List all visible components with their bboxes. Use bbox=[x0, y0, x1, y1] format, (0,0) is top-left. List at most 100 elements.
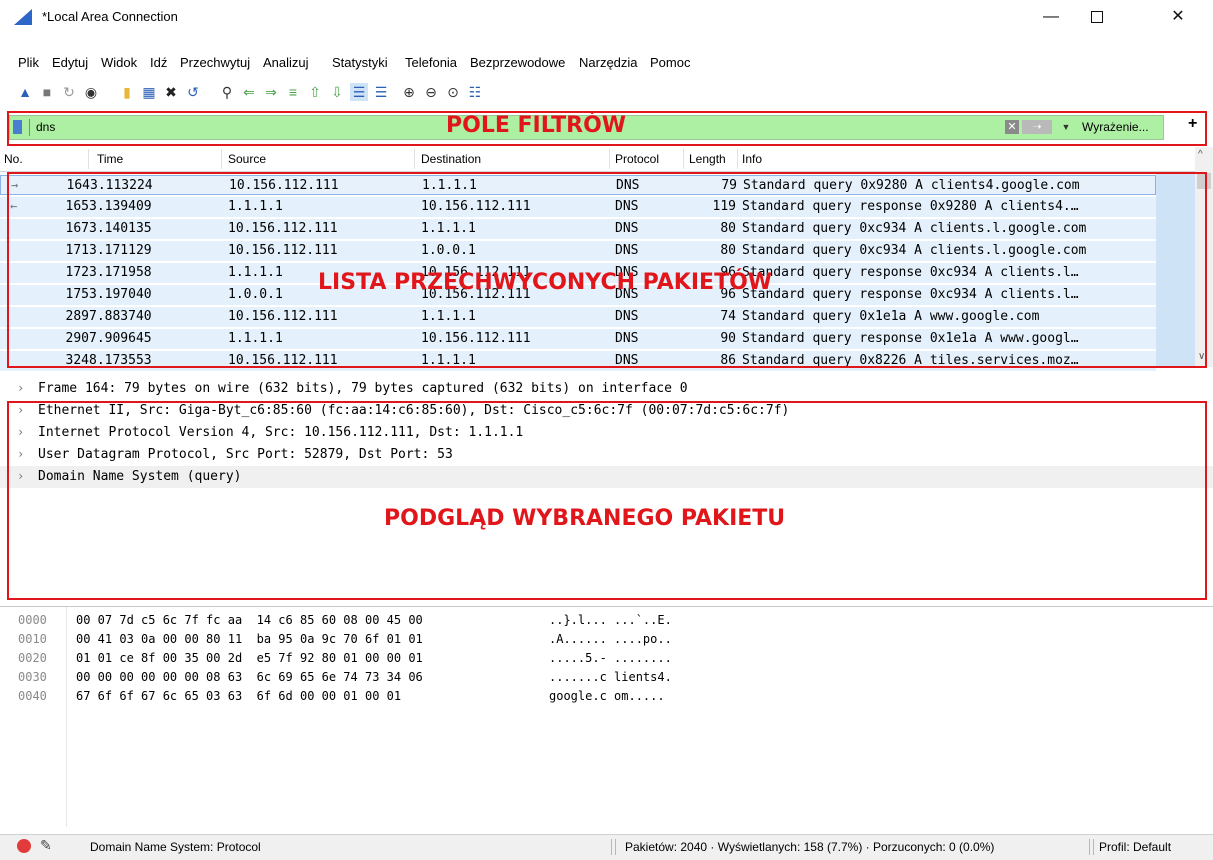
table-row[interactable]: 167 3.140135 10.156.112.111 1.1.1.1 DNS 80 Sta… bbox=[0, 219, 1156, 239]
go-to-packet-icon[interactable]: ≡ bbox=[284, 83, 302, 101]
menu-view[interactable]: Widok bbox=[101, 55, 137, 70]
bytes-offset[interactable]: 0040 bbox=[18, 689, 47, 703]
bytes-offset[interactable]: 0010 bbox=[18, 632, 47, 646]
bytes-hex[interactable]: 67 6f 6f 67 6c 65 03 63 6f 6d 00 00 01 0… bbox=[76, 689, 401, 703]
resize-columns-icon[interactable]: ☷ bbox=[466, 83, 484, 101]
zoom-out-icon[interactable]: ⊖ bbox=[422, 83, 440, 101]
packet-list-scrollbar[interactable]: ^ ∨ bbox=[1195, 147, 1213, 367]
go-back-icon[interactable]: ⇐ bbox=[240, 83, 258, 101]
detail-tree-item[interactable]: › Internet Protocol Version 4, Src: 10.15… bbox=[0, 422, 1213, 444]
menu-analyze[interactable]: Analizuj bbox=[263, 55, 309, 70]
status-profile[interactable]: Profil: Default bbox=[1099, 840, 1171, 854]
bytes-hex[interactable]: 01 01 ce 8f 00 35 00 2d e5 7f 92 80 01 0… bbox=[76, 651, 423, 665]
col-no[interactable]: No. bbox=[4, 152, 23, 166]
bytes-offset[interactable]: 0030 bbox=[18, 670, 47, 684]
selected-column-highlight bbox=[1156, 147, 1195, 367]
expand-arrow-icon[interactable]: › bbox=[17, 381, 24, 395]
detail-tree-item[interactable]: › User Datagram Protocol, Src Port: 52879… bbox=[0, 444, 1213, 466]
clear-filter-icon[interactable]: ✕ bbox=[1005, 120, 1019, 134]
col-source[interactable]: Source bbox=[228, 152, 266, 166]
cell-time: 3.171958 bbox=[89, 265, 152, 280]
autoscroll-icon[interactable]: ☰ bbox=[350, 83, 368, 101]
table-row[interactable]: 290 7.909645 1.1.1.1 10.156.112.111 DNS 90 Sta… bbox=[0, 329, 1156, 349]
menu-statistics[interactable]: Statystyki bbox=[332, 55, 388, 70]
bytes-hex[interactable]: 00 00 00 00 00 00 08 63 6c 69 65 6e 74 7… bbox=[76, 670, 423, 684]
expression-button[interactable]: Wyrażenie... bbox=[1082, 120, 1149, 134]
close-file-icon[interactable]: ✖ bbox=[162, 83, 180, 101]
table-row[interactable]: 324 8.173553 10.156.112.111 1.1.1.1 DNS 86 Sta… bbox=[0, 351, 1156, 371]
cell-no: 167 bbox=[65, 221, 89, 236]
display-filter-input[interactable]: dns bbox=[36, 120, 55, 134]
cell-source: 10.156.112.111 bbox=[228, 309, 338, 324]
zoom-reset-icon[interactable]: ⊙ bbox=[444, 83, 462, 101]
cell-no: 164 bbox=[66, 178, 90, 193]
col-protocol[interactable]: Protocol bbox=[615, 152, 659, 166]
expand-arrow-icon[interactable]: › bbox=[17, 469, 24, 483]
bytes-ascii[interactable]: google.c om..... bbox=[549, 689, 665, 703]
scroll-thumb[interactable] bbox=[1197, 173, 1211, 189]
menu-go[interactable]: Idź bbox=[150, 55, 167, 70]
expand-arrow-icon[interactable]: › bbox=[17, 425, 24, 439]
maximize-button[interactable] bbox=[1074, 0, 1120, 34]
apply-filter-icon[interactable]: ➝ bbox=[1022, 120, 1052, 134]
bytes-hex[interactable]: 00 07 7d c5 6c 7f fc aa 14 c6 85 60 08 0… bbox=[76, 613, 423, 627]
status-divider bbox=[1089, 839, 1094, 855]
menu-telephony[interactable]: Telefonia bbox=[405, 55, 457, 70]
filter-history-dropdown-icon[interactable]: ▼ bbox=[1058, 117, 1074, 137]
table-row[interactable]: ← 165 3.139409 1.1.1.1 10.156.112.111 DNS 119 S… bbox=[0, 197, 1156, 217]
scroll-down-icon[interactable]: ∨ bbox=[1198, 351, 1205, 362]
bytes-ascii[interactable]: .....5.- ........ bbox=[549, 651, 672, 665]
cell-length: 86 bbox=[720, 353, 736, 368]
bytes-ascii[interactable]: .A...... ....po.. bbox=[549, 632, 672, 646]
minimize-button[interactable]: — bbox=[1028, 0, 1074, 34]
expand-arrow-icon[interactable]: › bbox=[17, 447, 24, 461]
restart-capture-icon[interactable]: ↻ bbox=[60, 83, 78, 101]
capture-options-icon[interactable]: ◉ bbox=[82, 83, 100, 101]
last-packet-icon[interactable]: ⇩ bbox=[328, 83, 346, 101]
col-destination[interactable]: Destination bbox=[421, 152, 481, 166]
bytes-ascii[interactable]: .......c lients4. bbox=[549, 670, 672, 684]
response-arrow-icon: ← bbox=[10, 199, 18, 213]
table-row[interactable]: 289 7.883740 10.156.112.111 1.1.1.1 DNS 74 Sta… bbox=[0, 307, 1156, 327]
menu-wireless[interactable]: Bezprzewodowe bbox=[470, 55, 565, 70]
stop-capture-icon[interactable]: ■ bbox=[38, 83, 56, 101]
scroll-up-icon[interactable]: ^ bbox=[1198, 149, 1203, 160]
reload-file-icon[interactable]: ↺ bbox=[184, 83, 202, 101]
open-file-icon[interactable]: ▮ bbox=[118, 83, 136, 101]
colorize-icon[interactable]: ☰ bbox=[372, 83, 390, 101]
edit-comment-icon[interactable]: ✎ bbox=[40, 837, 52, 854]
col-info[interactable]: Info bbox=[742, 152, 762, 166]
menu-capture[interactable]: Przechwytuj bbox=[180, 55, 250, 70]
menu-tools[interactable]: Narzędzia bbox=[579, 55, 638, 70]
detail-tree-item[interactable]: › Ethernet II, Src: Giga-Byt_c6:85:60 (fc… bbox=[0, 400, 1213, 422]
detail-tree-item[interactable]: › Frame 164: 79 bytes on wire (632 bits),… bbox=[0, 378, 1213, 400]
cell-destination: 1.1.1.1 bbox=[421, 309, 476, 324]
menu-edit[interactable]: Edytuj bbox=[52, 55, 88, 70]
bytes-ascii[interactable]: ..}.l... ...`..E. bbox=[549, 613, 672, 627]
expand-arrow-icon[interactable]: › bbox=[17, 403, 24, 417]
cell-time: 3.171129 bbox=[89, 243, 152, 258]
capture-status-icon[interactable] bbox=[17, 839, 31, 853]
window-title: *Local Area Connection bbox=[42, 9, 178, 24]
col-time[interactable]: Time bbox=[97, 152, 123, 166]
table-row[interactable]: → 164 3.113224 10.156.112.111 1.1.1.1 DNS 79 St… bbox=[0, 175, 1156, 195]
go-forward-icon[interactable]: ⇒ bbox=[262, 83, 280, 101]
table-row[interactable]: 171 3.171129 10.156.112.111 1.0.0.1 DNS 80 Sta… bbox=[0, 241, 1156, 261]
close-button[interactable]: ✕ bbox=[1155, 0, 1201, 34]
add-filter-button[interactable]: + bbox=[1188, 115, 1197, 133]
col-length[interactable]: Length bbox=[689, 152, 726, 166]
save-file-icon[interactable]: ▦ bbox=[140, 83, 158, 101]
find-packet-icon[interactable]: ⚲ bbox=[218, 83, 236, 101]
cell-source: 1.1.1.1 bbox=[228, 199, 283, 214]
bookmark-icon[interactable] bbox=[13, 120, 22, 134]
cell-no: 165 bbox=[65, 199, 89, 214]
menu-file[interactable]: Plik bbox=[18, 55, 39, 70]
first-packet-icon[interactable]: ⇧ bbox=[306, 83, 324, 101]
bytes-hex[interactable]: 00 41 03 0a 00 00 80 11 ba 95 0a 9c 70 6… bbox=[76, 632, 423, 646]
zoom-in-icon[interactable]: ⊕ bbox=[400, 83, 418, 101]
start-capture-icon[interactable]: ▲ bbox=[16, 83, 34, 101]
detail-tree-item[interactable]: › Domain Name System (query) bbox=[0, 466, 1213, 488]
bytes-offset[interactable]: 0020 bbox=[18, 651, 47, 665]
bytes-offset[interactable]: 0000 bbox=[18, 613, 47, 627]
menu-help[interactable]: Pomoc bbox=[650, 55, 690, 70]
